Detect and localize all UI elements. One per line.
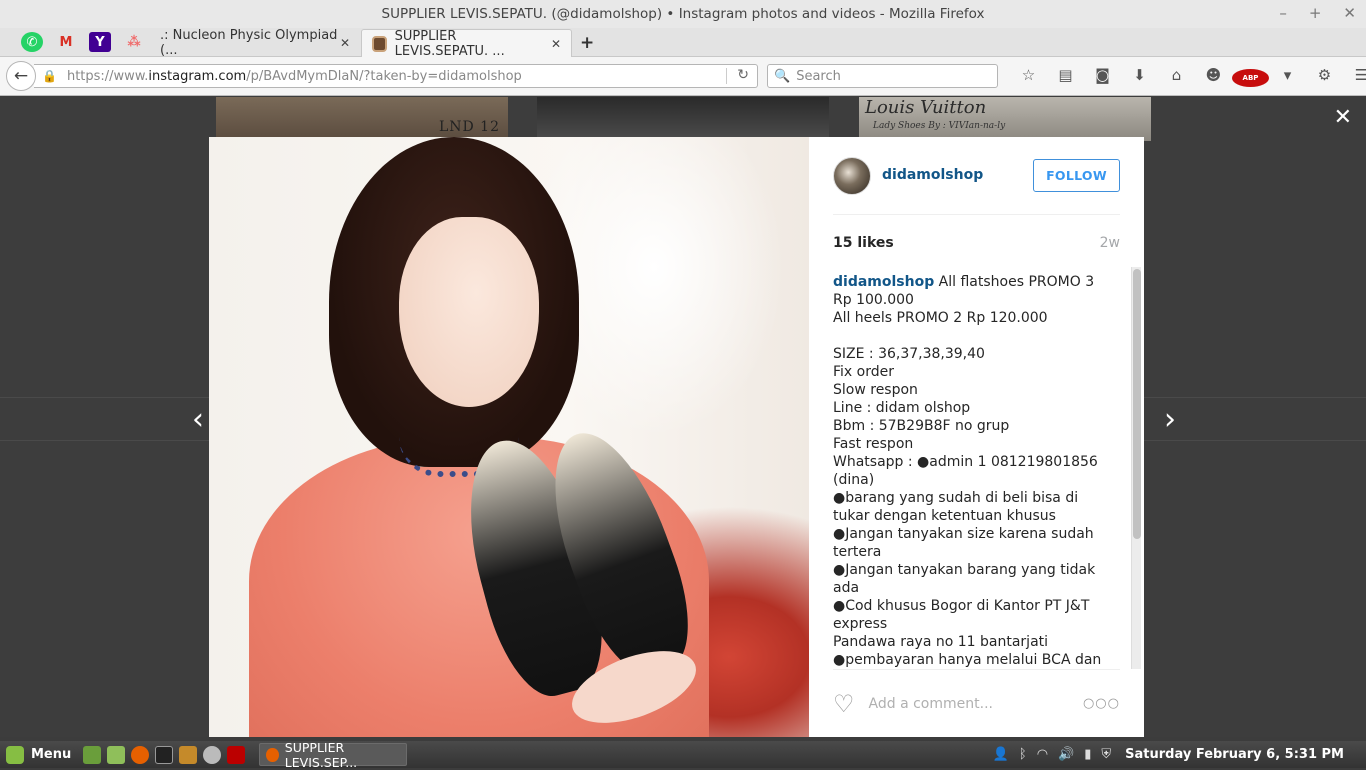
shield-icon[interactable]: ⛨ [1101, 747, 1111, 762]
background-thumbnail[interactable] [537, 97, 829, 141]
minimize-button[interactable]: – [1279, 4, 1287, 22]
search-icon: 🔍 [774, 68, 791, 84]
window-controls: – + ✕ [1279, 4, 1356, 22]
start-menu-label: Menu [31, 747, 72, 762]
dropdown-icon[interactable]: ▾ [1269, 66, 1306, 87]
bookmark-star-icon[interactable]: ☆ [1010, 66, 1047, 87]
asana-icon[interactable]: ⁂ [123, 32, 145, 52]
post-age[interactable]: 2w [1100, 235, 1120, 251]
lock-icon[interactable]: 🔒 [42, 69, 57, 83]
home-icon[interactable]: ⌂ [1158, 66, 1195, 87]
extension-icon[interactable]: ⚙ [1306, 66, 1343, 87]
caption-username[interactable]: didamolshop [833, 274, 934, 290]
system-tray: 👤 ᛒ ◠ 🔊 ▮ ⛨ Saturday February 6, 5:31 PM [993, 747, 1366, 762]
wifi-icon[interactable]: ◠ [1037, 747, 1048, 762]
caption-scrollbar[interactable] [1131, 267, 1141, 669]
post-modal: didamolshop FOLLOW 15 likes 2w didamolsh… [209, 137, 1144, 737]
start-menu-button[interactable]: Menu [0, 745, 72, 764]
url-prefix: https://www. [66, 68, 149, 84]
settings-icon[interactable] [203, 745, 222, 764]
navigation-toolbar: 🔒 https://www. instagram.com/p/BAvdMymDla… [0, 57, 1366, 96]
reading-list-icon[interactable]: ▤ [1047, 66, 1084, 87]
tab-nucleon[interactable]: .: Nucleon Physic Olympiad (... ✕ [150, 28, 360, 58]
next-post-arrow-icon[interactable]: › [1150, 395, 1190, 443]
mint-logo-icon [6, 745, 24, 764]
pocket-icon[interactable]: ◙ [1084, 66, 1121, 87]
archive-icon[interactable] [179, 745, 198, 764]
comment-input[interactable]: Add a comment... [869, 696, 1083, 712]
tab-label: .: Nucleon Physic Olympiad (... [160, 28, 338, 58]
taskbar-window-label: SUPPLIER LEVIS.SEP... [284, 739, 358, 770]
background-thumbnail[interactable]: LND 12 [216, 97, 508, 141]
background-thumbnail[interactable]: Louis Vuitton Lady Shoes By : VIVIan-na-… [859, 97, 1151, 141]
adblock-icon[interactable]: ABP [1232, 66, 1269, 87]
post-caption: didamolshop All flatshoes PROMO 3 Rp 100… [833, 273, 1109, 669]
post-photo[interactable] [209, 137, 809, 737]
search-input[interactable]: 🔍 Search [767, 64, 998, 88]
terminal-icon[interactable] [155, 745, 174, 764]
taskbar: Menu SUPPLIER LEVIS.SEP... 👤 ᛒ ◠ 🔊 ▮ ⛨ S… [0, 740, 1366, 770]
new-tab-button[interactable]: + [580, 33, 594, 53]
search-placeholder: Search [796, 68, 841, 84]
more-options-icon[interactable]: ○○○ [1083, 696, 1120, 711]
photo-face [399, 217, 539, 407]
battery-icon[interactable]: ▮ [1084, 747, 1091, 762]
back-button[interactable]: ← [6, 61, 36, 91]
thumbnail-text: LND 12 [438, 119, 500, 135]
volume-icon[interactable]: 🔊 [1058, 747, 1074, 762]
post-sidebar: didamolshop FOLLOW 15 likes 2w didamolsh… [809, 137, 1144, 737]
url-host: instagram.com [148, 68, 247, 84]
bluetooth-icon[interactable]: ᛒ [1019, 747, 1027, 762]
show-desktop-icon[interactable] [83, 745, 102, 764]
follow-button[interactable]: FOLLOW [1033, 159, 1120, 192]
scrollbar-thumb[interactable] [1133, 269, 1141, 539]
quick-launch [83, 745, 246, 764]
caption-text: All flatshoes PROMO 3 Rp 100.000 All hee… [833, 274, 1102, 668]
taskbar-window-firefox[interactable]: SUPPLIER LEVIS.SEP... [259, 740, 408, 770]
firefox-icon[interactable] [131, 745, 150, 764]
page-backdrop: LND 12 Louis Vuitton Lady Shoes By : VIV… [0, 97, 1366, 737]
thumbnail-text: Louis Vuitton [865, 97, 987, 118]
tab-label: SUPPLIER LEVIS.SEPATU. ... [394, 28, 505, 59]
toolbar-icons: ☆ ▤ ◙ ⬇ ⌂ ☻ ABP ▾ ⚙ ☰ [1010, 66, 1366, 87]
close-window-button[interactable]: ✕ [1343, 4, 1356, 22]
likes-count[interactable]: 15 likes [833, 235, 894, 251]
yahoo-icon[interactable]: Y [89, 32, 111, 52]
close-tab-icon[interactable]: ✕ [551, 37, 561, 51]
menu-hamburger-icon[interactable]: ☰ [1343, 66, 1366, 87]
filezilla-icon[interactable] [227, 745, 246, 764]
url-path: /p/BAvdMymDlaN/?taken-by=didamolshop [246, 68, 522, 84]
tab-instagram[interactable]: SUPPLIER LEVIS.SEPATU. ... ✕ [361, 28, 572, 59]
close-modal-icon[interactable]: ✕ [1334, 105, 1352, 130]
instagram-favicon-icon [372, 35, 387, 52]
downloads-icon[interactable]: ⬇ [1121, 66, 1158, 87]
window-title: SUPPLIER LEVIS.SEPATU. (@didamolshop) • … [381, 6, 985, 22]
files-icon[interactable] [107, 745, 126, 764]
gmail-icon[interactable]: M [55, 32, 77, 52]
clock[interactable]: Saturday February 6, 5:31 PM [1125, 747, 1344, 762]
post-username[interactable]: didamolshop [882, 167, 983, 183]
close-tab-icon[interactable]: ✕ [340, 36, 350, 50]
window-titlebar: SUPPLIER LEVIS.SEPATU. (@didamolshop) • … [0, 0, 1366, 28]
back-arrow-icon: ← [13, 66, 29, 86]
chat-icon[interactable]: ☻ [1195, 66, 1232, 87]
user-icon[interactable]: 👤 [993, 747, 1009, 762]
maximize-button[interactable]: + [1309, 4, 1322, 22]
firefox-icon [266, 747, 279, 762]
tab-strip: ✆ M Y ⁂ .: Nucleon Physic Olympiad (... … [0, 28, 1366, 59]
like-heart-icon[interactable]: ♡ [833, 690, 855, 718]
whatsapp-icon[interactable]: ✆ [21, 32, 43, 52]
post-header: didamolshop FOLLOW [833, 157, 1120, 215]
url-bar[interactable]: 🔒 https://www. instagram.com/p/BAvdMymDla… [34, 64, 758, 88]
post-footer: ♡ Add a comment... ○○○ [833, 669, 1120, 737]
reload-icon[interactable]: ↻ [737, 67, 749, 83]
url-separator [726, 68, 727, 84]
thumbnail-subtext: Lady Shoes By : VIVIan-na-ly [873, 121, 1006, 131]
avatar[interactable] [833, 157, 871, 195]
